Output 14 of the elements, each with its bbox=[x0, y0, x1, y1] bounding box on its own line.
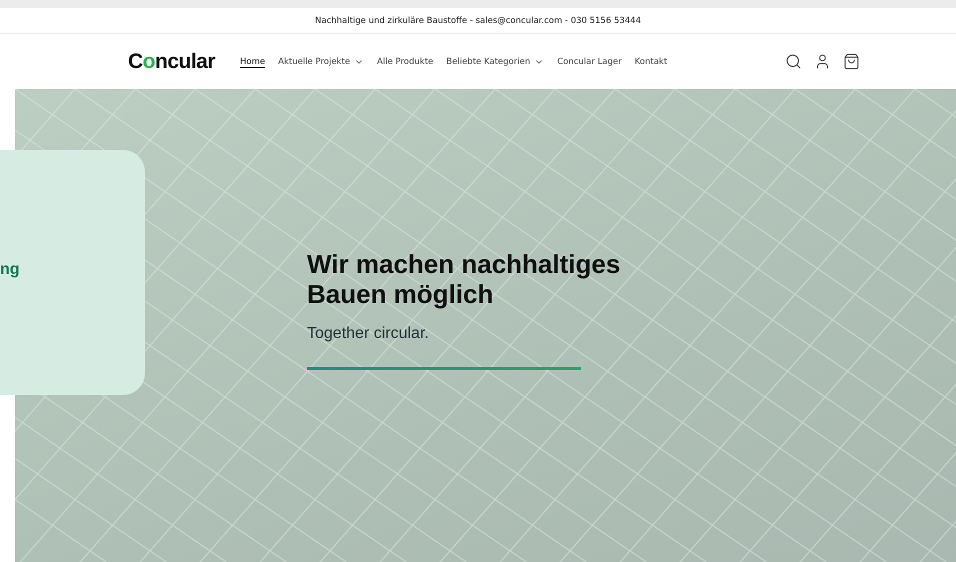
nav-link[interactable]: Concular Lager bbox=[557, 56, 622, 66]
hero-subtitle: Together circular. bbox=[307, 325, 430, 343]
account-icon[interactable] bbox=[814, 53, 831, 70]
nav-link[interactable]: Home bbox=[240, 56, 266, 66]
nav-link[interactable]: Aktuelle Projekte bbox=[278, 56, 364, 66]
nav-link[interactable]: Alle Produkte bbox=[377, 56, 434, 66]
logo[interactable]: Concular bbox=[128, 50, 216, 74]
search-icon[interactable] bbox=[785, 53, 802, 70]
hero-title: Wir machen nachhaltiges Bauen möglich bbox=[307, 249, 622, 309]
bag-icon[interactable] bbox=[843, 53, 860, 70]
card-text: ng bbox=[0, 260, 20, 278]
nav-link[interactable]: Beliebte Kategorien bbox=[446, 56, 544, 66]
nav-link[interactable]: Kontakt bbox=[634, 56, 668, 66]
announcement-text: Nachhaltige und zirkuläre Baustoffe - sales@concular.com - 030 5156 53444 bbox=[315, 16, 641, 26]
